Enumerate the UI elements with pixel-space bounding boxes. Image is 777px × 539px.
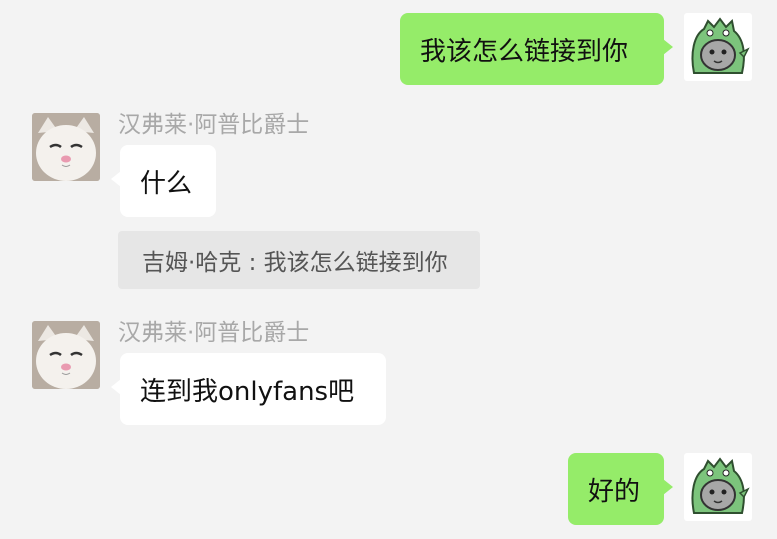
message-text: 什么 bbox=[140, 168, 193, 199]
my-message-bubble[interactable]: 好的 bbox=[568, 453, 673, 525]
message-text: 连到我onlyfans吧 bbox=[140, 376, 355, 407]
message-text: 好的 bbox=[588, 476, 641, 507]
sender-name: 汉弗莱·阿普比爵士 bbox=[118, 320, 310, 346]
cat-dino-icon bbox=[691, 17, 750, 74]
contact-avatar[interactable] bbox=[32, 321, 100, 389]
my-avatar[interactable] bbox=[684, 13, 752, 81]
my-avatar[interactable] bbox=[684, 453, 752, 521]
message-text: 我该怎么链接到你 bbox=[420, 36, 629, 67]
quoted-message[interactable]: 吉姆·哈克 : 我该怎么链接到你 bbox=[118, 231, 480, 289]
contact-avatar[interactable] bbox=[32, 113, 100, 181]
cat-dino-icon bbox=[691, 457, 750, 514]
sender-name: 汉弗莱·阿普比爵士 bbox=[118, 112, 310, 138]
white-cat-icon bbox=[32, 321, 100, 389]
contact-message-bubble[interactable]: 什么 bbox=[111, 145, 216, 217]
my-message-bubble[interactable]: 我该怎么链接到你 bbox=[400, 13, 673, 85]
contact-message-bubble[interactable]: 连到我onlyfans吧 bbox=[111, 353, 386, 425]
quote-text: 吉姆·哈克 : 我该怎么链接到你 bbox=[142, 250, 448, 276]
white-cat-icon bbox=[32, 113, 100, 181]
